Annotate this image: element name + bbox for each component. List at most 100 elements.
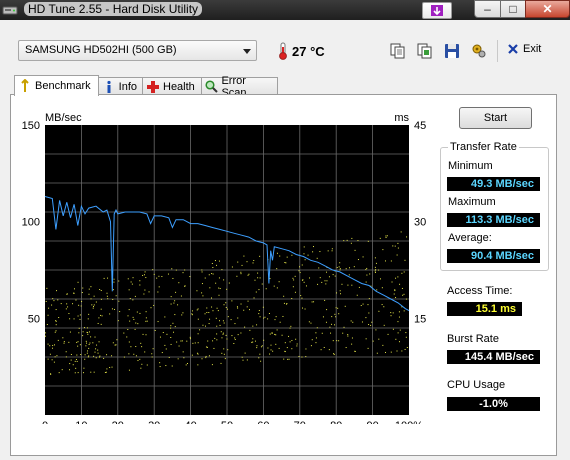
access-time-point (61, 369, 63, 371)
access-time-point (243, 309, 245, 311)
access-time-point (382, 249, 384, 251)
access-time-point (346, 239, 348, 241)
access-time-point (248, 309, 250, 311)
access-time-point (352, 321, 354, 323)
magnifier-icon (205, 80, 218, 94)
access-time-point (339, 290, 341, 292)
save-icon[interactable] (444, 43, 460, 59)
access-time-point (294, 275, 296, 277)
start-button[interactable]: Start (459, 107, 532, 129)
access-time-point (129, 320, 131, 322)
access-time-point (303, 281, 305, 283)
access-time-point (276, 268, 278, 270)
access-time-point (244, 352, 246, 354)
access-time-point (230, 319, 232, 321)
access-time-point (326, 280, 328, 282)
access-time-point (182, 272, 184, 274)
access-time-point (78, 327, 80, 329)
access-time-point (208, 323, 210, 325)
access-time-point (216, 325, 218, 327)
access-time-point (357, 240, 359, 242)
access-time-point (204, 277, 206, 279)
access-time-point (349, 267, 351, 269)
access-time-point (78, 304, 80, 306)
title-bar[interactable]: HD Tune 2.55 - Hard Disk Utility – □ ✕ (0, 0, 570, 20)
minimum-value: 49.3 MB/sec (447, 177, 540, 191)
access-time-point (292, 286, 294, 288)
access-time-point (275, 316, 277, 318)
access-time-point (99, 356, 101, 358)
maximize-button[interactable]: □ (500, 0, 526, 18)
exit-button[interactable]: Exit (507, 43, 541, 55)
access-time-point (205, 357, 207, 359)
access-time-point (398, 316, 400, 318)
options-icon[interactable] (471, 43, 487, 59)
access-time-point (145, 317, 147, 319)
access-time-point (84, 358, 86, 360)
tab-health[interactable]: Health (142, 77, 202, 95)
access-time-point (332, 274, 334, 276)
access-time-point (283, 302, 285, 304)
access-time-point (115, 344, 117, 346)
access-time-point (151, 356, 153, 358)
access-time-point (257, 272, 259, 274)
access-time-point (390, 260, 392, 262)
access-time-point (240, 303, 242, 305)
copy-screenshot-icon[interactable] (417, 43, 433, 59)
access-time-point (374, 270, 376, 272)
access-time-point (282, 315, 284, 317)
drive-selector[interactable]: SAMSUNG HD502HI (500 GB) (18, 40, 257, 61)
access-time-point (205, 346, 207, 348)
access-time-point (93, 371, 95, 373)
access-time-point (399, 329, 401, 331)
access-time-point (218, 294, 220, 296)
access-time-point (256, 324, 258, 326)
access-time-point (233, 343, 235, 345)
access-time-point (72, 364, 74, 366)
access-time-point (206, 346, 208, 348)
tab-error-scan[interactable]: Error Scan (201, 75, 278, 99)
access-time-point (174, 326, 176, 328)
tab-info[interactable]: Info (98, 77, 143, 95)
access-time-point (47, 358, 49, 360)
access-time-point (223, 279, 225, 281)
access-time-point (75, 299, 77, 301)
benchmark-icon (18, 79, 32, 93)
access-time-point (252, 341, 254, 343)
access-time-point (378, 269, 380, 271)
access-time-point (326, 271, 328, 273)
access-time-point (157, 291, 159, 293)
access-time-point (173, 302, 175, 304)
access-time-point (100, 314, 102, 316)
access-time-point (324, 299, 326, 301)
access-time-point (403, 271, 405, 273)
access-time-point (397, 276, 399, 278)
access-time-point (222, 320, 224, 322)
access-time-point (253, 297, 255, 299)
tab-benchmark[interactable]: Benchmark (14, 75, 99, 96)
close-button[interactable]: ✕ (525, 0, 570, 18)
access-time-point (279, 255, 281, 257)
access-time-point (144, 289, 146, 291)
copy-icon[interactable] (390, 43, 406, 59)
access-time-point (196, 352, 198, 354)
access-time-point (368, 298, 370, 300)
access-time-point (88, 331, 90, 333)
download-tray-icon[interactable] (422, 2, 452, 19)
access-time-point (315, 342, 317, 344)
access-time-point (216, 339, 218, 341)
access-time-point (63, 342, 65, 344)
access-time-point (375, 262, 377, 264)
minimize-button[interactable]: – (474, 0, 501, 18)
access-time-point (222, 332, 224, 334)
access-time-point (382, 344, 384, 346)
access-time-point (286, 303, 288, 305)
access-time-point (173, 331, 175, 333)
access-time-point (49, 353, 51, 355)
access-time-point (170, 303, 172, 305)
access-time-point (342, 332, 344, 334)
access-time-point (299, 272, 301, 274)
access-time-point (312, 246, 314, 248)
access-time-point (279, 321, 281, 323)
access-time-point (368, 324, 370, 326)
